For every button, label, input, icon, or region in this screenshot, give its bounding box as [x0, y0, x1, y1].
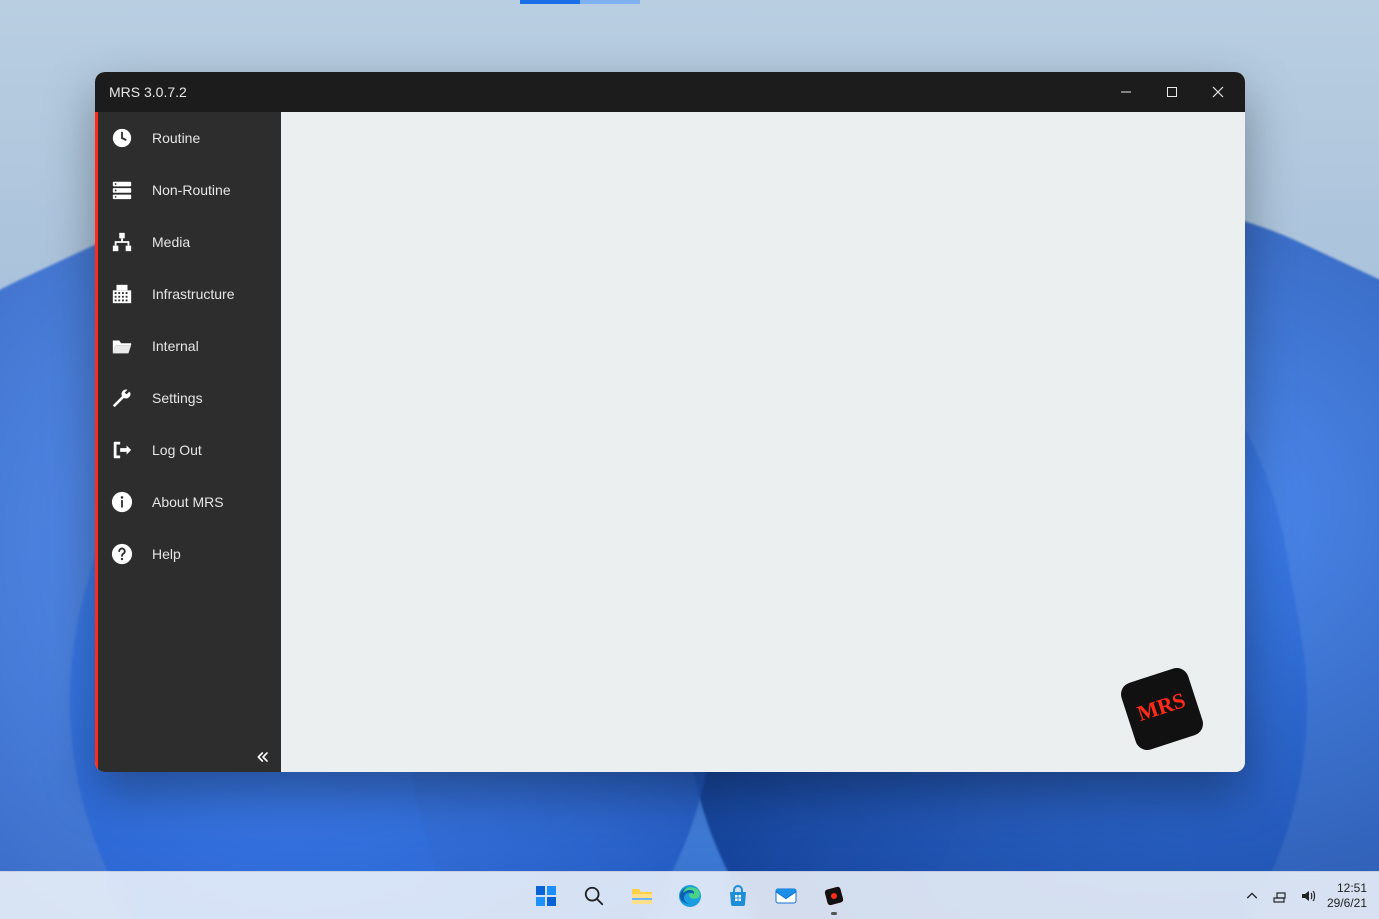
system-tray: 12:51 29/6/21	[1243, 881, 1371, 910]
sidebar-item-label: Settings	[152, 390, 203, 406]
wrench-icon	[110, 386, 134, 410]
edge-icon	[677, 883, 703, 909]
volume-tray-icon[interactable]	[1299, 887, 1317, 905]
sidebar-item-label: Routine	[152, 130, 200, 146]
sidebar: Routine Non-Routine Media	[98, 112, 281, 772]
titlebar[interactable]: MRS 3.0.7.2	[95, 72, 1245, 112]
windows-start-icon	[533, 883, 559, 909]
clock-date: 29/6/21	[1327, 896, 1367, 910]
window-controls	[1103, 72, 1241, 112]
taskbar-clock[interactable]: 12:51 29/6/21	[1327, 881, 1371, 910]
close-icon	[1212, 86, 1224, 98]
sidebar-item-non-routine[interactable]: Non-Routine	[98, 164, 281, 216]
sidebar-item-label: Internal	[152, 338, 199, 354]
logout-icon	[110, 438, 134, 462]
sidebar-item-label: About MRS	[152, 494, 224, 510]
search-icon	[581, 883, 607, 909]
mail-icon	[773, 883, 799, 909]
mrs-logo: MRS	[1107, 654, 1217, 764]
building-icon	[110, 282, 134, 306]
info-icon	[110, 490, 134, 514]
sidebar-item-logout[interactable]: Log Out	[98, 424, 281, 476]
taskbar-file-explorer[interactable]	[621, 875, 663, 917]
folder-open-icon	[110, 334, 134, 358]
sidebar-item-label: Infrastructure	[152, 286, 234, 302]
start-button[interactable]	[525, 875, 567, 917]
tray-chevron-up-icon[interactable]	[1243, 887, 1261, 905]
mrs-app-icon	[821, 883, 847, 909]
sidebar-collapse-button[interactable]	[98, 742, 281, 772]
file-explorer-icon	[629, 883, 655, 909]
maximize-icon	[1166, 86, 1178, 98]
mrs-application-window: MRS 3.0.7.2 Routine	[95, 72, 1245, 772]
top-accent	[520, 0, 580, 4]
taskbar-mail[interactable]	[765, 875, 807, 917]
sidebar-item-internal[interactable]: Internal	[98, 320, 281, 372]
chevron-double-left-icon	[255, 749, 271, 765]
sidebar-item-label: Media	[152, 234, 190, 250]
sidebar-item-label: Help	[152, 546, 181, 562]
sidebar-item-infrastructure[interactable]: Infrastructure	[98, 268, 281, 320]
sidebar-item-media[interactable]: Media	[98, 216, 281, 268]
sidebar-item-label: Non-Routine	[152, 182, 231, 198]
clock-time: 12:51	[1337, 881, 1367, 895]
clock-icon	[110, 126, 134, 150]
main-content-area: MRS	[281, 112, 1245, 772]
minimize-button[interactable]	[1103, 72, 1149, 112]
taskbar-edge[interactable]	[669, 875, 711, 917]
help-icon	[110, 542, 134, 566]
store-icon	[725, 883, 751, 909]
top-accent	[580, 0, 640, 4]
taskbar-pinned-apps	[525, 875, 855, 917]
close-button[interactable]	[1195, 72, 1241, 112]
minimize-icon	[1120, 86, 1132, 98]
taskbar-search-button[interactable]	[573, 875, 615, 917]
sidebar-item-about[interactable]: About MRS	[98, 476, 281, 528]
sidebar-item-settings[interactable]: Settings	[98, 372, 281, 424]
taskbar-store[interactable]	[717, 875, 759, 917]
network-tray-icon[interactable]	[1271, 887, 1289, 905]
taskbar-mrs-app[interactable]	[813, 875, 855, 917]
sidebar-item-label: Log Out	[152, 442, 202, 458]
network-icon	[110, 230, 134, 254]
maximize-button[interactable]	[1149, 72, 1195, 112]
window-title: MRS 3.0.7.2	[109, 84, 187, 100]
sidebar-item-routine[interactable]: Routine	[98, 112, 281, 164]
taskbar: 12:51 29/6/21	[0, 871, 1379, 919]
stack-icon	[110, 178, 134, 202]
sidebar-item-help[interactable]: Help	[98, 528, 281, 580]
